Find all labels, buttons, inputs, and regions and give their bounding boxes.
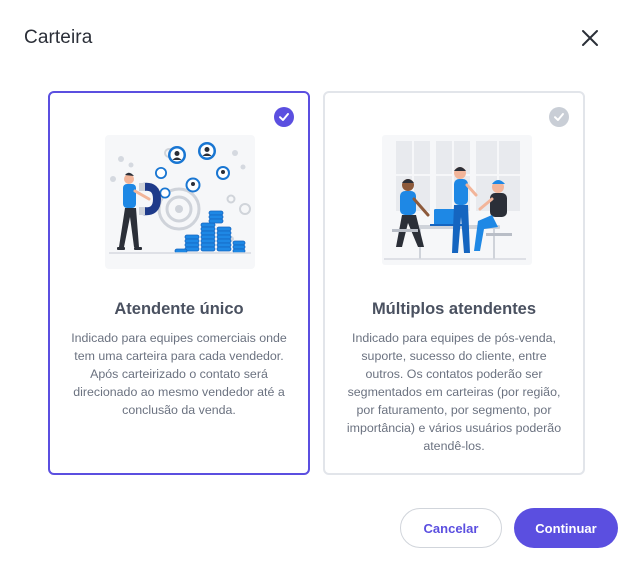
team-meeting-illustration xyxy=(382,135,532,265)
cancel-button[interactable]: Cancelar xyxy=(400,508,502,548)
option-title: Múltiplos atendentes xyxy=(371,300,537,318)
close-button[interactable] xyxy=(576,24,604,52)
option-description: Indicado para equipes comerciais onde te… xyxy=(71,331,287,417)
option-title: Atendente único xyxy=(114,300,244,318)
magnet-attracting-contacts-illustration xyxy=(105,135,255,269)
option-description: Indicado para equipes de pós-venda, supo… xyxy=(346,331,562,453)
wallet-dialog: Carteira Atendente único Indicado para e… xyxy=(0,0,633,564)
continue-button[interactable]: Continuar xyxy=(514,508,618,548)
selected-check-icon xyxy=(274,107,294,127)
close-icon xyxy=(582,30,598,46)
dialog-title: Carteira xyxy=(24,27,93,48)
option-card-single-agent[interactable]: Atendente único Indicado para equipes co… xyxy=(48,91,310,475)
option-card-multiple-agents[interactable]: Múltiplos atendentes Indicado para equip… xyxy=(323,91,585,475)
unselected-check-icon xyxy=(549,107,569,127)
